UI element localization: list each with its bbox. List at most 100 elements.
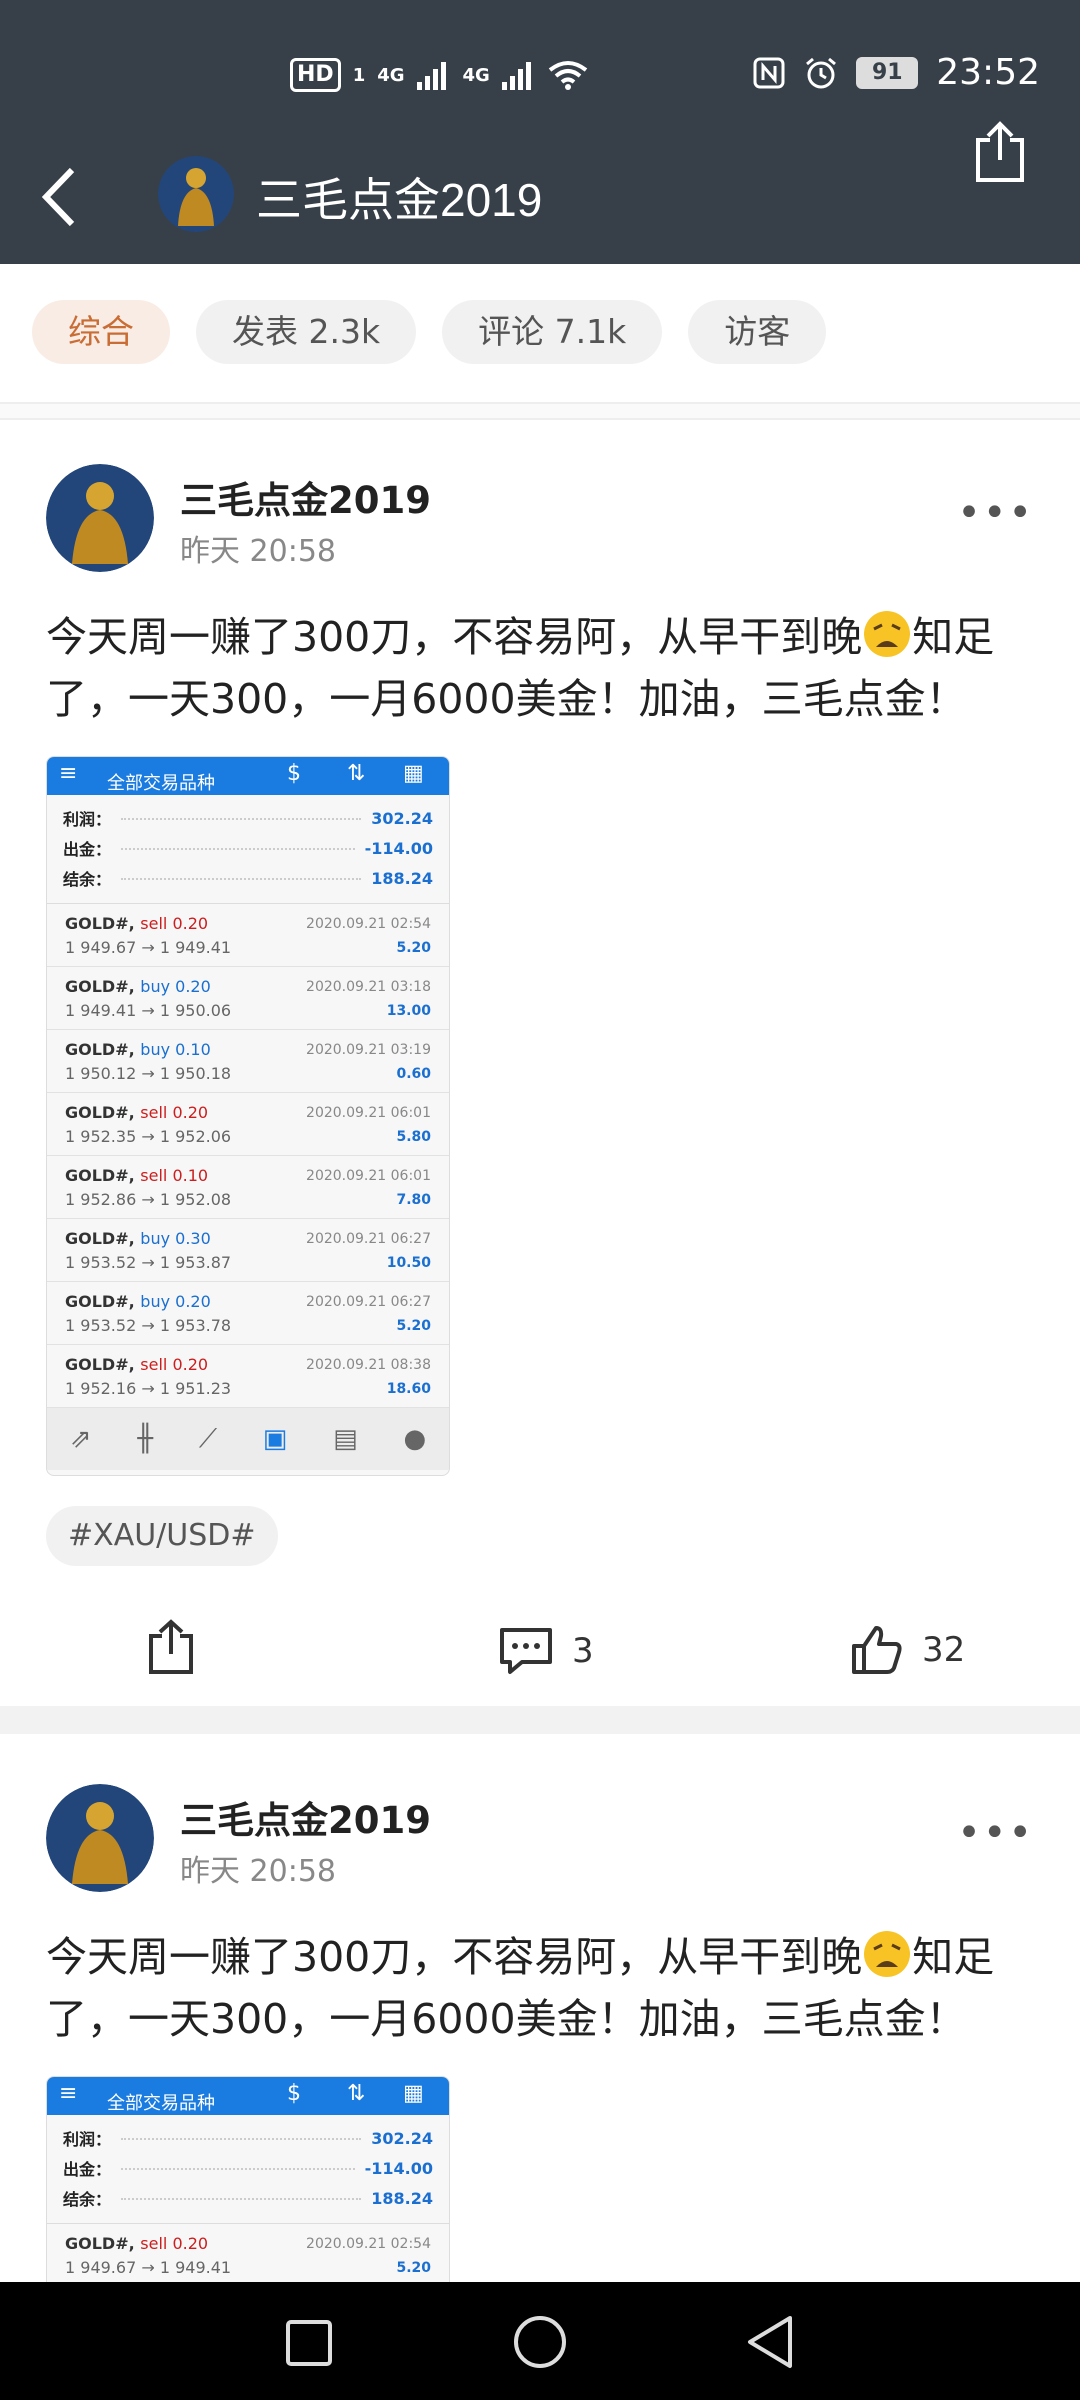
like-button[interactable]: 32 xyxy=(850,1624,965,1676)
tab-comments[interactable]: 评论 7.1k xyxy=(442,300,663,364)
trade-side: buy 0.20 xyxy=(140,977,211,996)
status-left: HD 1 4G 4G xyxy=(290,58,588,92)
trade-price: 1 952.16 → 1 951.23 xyxy=(65,1379,232,1398)
trade-side: buy 0.30 xyxy=(140,1229,211,1248)
news-icon: ▤ xyxy=(333,1424,358,1454)
trade-price: 1 952.86 → 1 952.08 xyxy=(65,1190,232,1209)
currency-icon: $ xyxy=(287,761,301,786)
post-actions: 3 32 xyxy=(0,1602,1080,1702)
network-4g-2: 4G xyxy=(462,64,490,86)
filter-tabs: 综合 发表 2.3k 评论 7.1k 访客 xyxy=(32,300,827,364)
trade-profit: 5.20 xyxy=(396,1318,431,1334)
nav-bar: 三毛点金2019 xyxy=(0,150,1080,240)
nfc-icon xyxy=(753,57,785,88)
avatar[interactable] xyxy=(46,1784,154,1892)
post-text[interactable]: 今天周一赚了300刀，不容易阿，从早干到晚 知足了，一天300，一月6000美金！… xyxy=(46,606,1046,730)
trade-price: 1 953.52 → 1 953.78 xyxy=(65,1316,232,1335)
trade-row: GOLD#, sell 0.20 1 949.67 → 1 949.41 2020.… xyxy=(47,2224,449,2282)
calendar-icon: ▦ xyxy=(403,761,424,786)
more-options-button[interactable]: ••• xyxy=(957,490,1034,536)
trade-profit: 13.00 xyxy=(386,1003,431,1019)
hd-badge: HD xyxy=(290,58,341,92)
trade-profit: 18.60 xyxy=(386,1381,431,1397)
chat-icon: ● xyxy=(403,1424,427,1454)
comment-button[interactable]: 3 xyxy=(498,1626,594,1676)
trade-list: GOLD#, sell 0.20 1 949.67 → 1 949.41 2020.… xyxy=(47,2223,449,2282)
summary-row: 出金： -114.00 xyxy=(47,2153,449,2183)
recent-apps-button[interactable] xyxy=(284,2318,334,2372)
tab-visitors[interactable]: 访客 xyxy=(688,300,827,364)
trade-profit: 0.60 xyxy=(396,1066,431,1082)
author-name[interactable]: 三毛点金2019 xyxy=(180,470,431,524)
trade-symbol: GOLD#, xyxy=(65,914,135,933)
trade-side: buy 0.20 xyxy=(140,1292,211,1311)
tab-overview[interactable]: 综合 xyxy=(32,300,170,364)
post-text[interactable]: 今天周一赚了300刀，不容易阿，从早干到晚 知足了，一天300，一月6000美金！… xyxy=(46,1926,1046,2050)
currency-icon: $ xyxy=(287,2081,301,2106)
trade-side: sell 0.10 xyxy=(140,1166,209,1185)
chart-icon: ⟋ xyxy=(198,1423,218,1454)
trade-date: 2020.09.21 02:54 xyxy=(306,916,431,932)
summary-value: -114.00 xyxy=(364,2158,433,2178)
back-nav-button[interactable] xyxy=(744,2314,796,2374)
menu-icon: ≡ xyxy=(59,761,78,786)
like-count: 32 xyxy=(922,1630,966,1670)
trade-side: sell 0.20 xyxy=(140,2234,209,2253)
trade-price: 1 949.41 → 1 950.06 xyxy=(65,1001,232,1020)
attached-image[interactable]: ≡ 全部交易品种 $ ⇅ ▦ 利润： 302.24 出金： -114.00 结余： 1… xyxy=(46,2076,450,2282)
comment-count: 3 xyxy=(572,1631,594,1671)
sim-indicator: 1 xyxy=(352,64,366,86)
summary-row: 出金： -114.00 xyxy=(47,833,449,863)
trade-date: 2020.09.21 06:27 xyxy=(306,1231,431,1247)
trade-side: sell 0.20 xyxy=(140,914,209,933)
summary-label: 利润： xyxy=(63,810,112,829)
trade-price: 1 949.67 → 1 949.41 xyxy=(65,938,232,957)
summary-label: 利润： xyxy=(63,2130,112,2149)
summary-value: 302.24 xyxy=(371,808,433,828)
trade-tool-icon: ⇗ xyxy=(69,1424,92,1454)
share-post-button[interactable] xyxy=(146,1618,196,1676)
avatar[interactable] xyxy=(46,464,154,572)
network-4g-1: 4G xyxy=(377,64,405,86)
trade-date: 2020.09.21 08:38 xyxy=(306,1357,431,1373)
back-triangle-icon xyxy=(748,2316,792,2368)
tab-posts[interactable]: 发表 2.3k xyxy=(196,300,417,364)
signal-icon xyxy=(416,62,446,90)
trade-price: 1 950.12 → 1 950.18 xyxy=(65,1064,232,1083)
summary-row: 利润： 302.24 xyxy=(47,2123,449,2153)
trade-profit: 5.80 xyxy=(396,1129,431,1145)
trade-list: GOLD#, sell 0.20 1 949.67 → 1 949.41 2020.… xyxy=(47,903,449,1408)
trade-row: GOLD#, buy 0.10 1 950.12 → 1 950.18 2020.0… xyxy=(47,1030,449,1093)
trade-symbol: GOLD#, xyxy=(65,1355,135,1374)
post-time: 昨天 20:58 xyxy=(180,534,336,569)
post-card: 三毛点金2019 昨天 20:58 ••• 今天周一赚了300刀，不容易阿，从早… xyxy=(0,460,1080,1700)
trade-symbol: GOLD#, xyxy=(65,2234,135,2253)
trade-side: sell 0.20 xyxy=(140,1355,209,1374)
trade-profit: 5.20 xyxy=(396,2260,431,2276)
trade-profit: 7.80 xyxy=(396,1192,431,1208)
post-divider xyxy=(0,1706,1080,1734)
post-time: 昨天 20:58 xyxy=(180,1854,336,1889)
home-button[interactable] xyxy=(512,2314,568,2374)
avatar[interactable] xyxy=(158,156,234,232)
trade-profit: 5.20 xyxy=(396,940,431,956)
weary-face-icon xyxy=(864,611,911,657)
author-name[interactable]: 三毛点金2019 xyxy=(180,1790,431,1844)
trade-row: GOLD#, sell 0.20 1 952.16 → 1 951.23 2020.… xyxy=(47,1345,449,1408)
attached-image[interactable]: ≡ 全部交易品种 $ ⇅ ▦ 利润： 302.24 出金： -114.00 结余： 1… xyxy=(46,756,450,1476)
back-button[interactable] xyxy=(36,162,96,232)
clock: 23:52 xyxy=(936,52,1040,93)
image-header: ≡ 全部交易品种 $ ⇅ ▦ xyxy=(47,757,449,795)
trade-date: 2020.09.21 06:01 xyxy=(306,1168,431,1184)
more-icon: ••• xyxy=(957,490,1034,536)
trade-row: GOLD#, sell 0.20 1 949.67 → 1 949.41 2020.… xyxy=(47,904,449,967)
trade-symbol: GOLD#, xyxy=(65,977,135,996)
summary-value: 188.24 xyxy=(371,2188,433,2208)
trade-date: 2020.09.21 03:18 xyxy=(306,979,431,995)
trade-side: sell 0.20 xyxy=(140,1103,209,1122)
trade-row: GOLD#, buy 0.20 1 953.52 → 1 953.78 2020.0… xyxy=(47,1282,449,1345)
topic-tag[interactable]: #XAU/USD# xyxy=(46,1506,278,1566)
more-options-button[interactable]: ••• xyxy=(957,1810,1034,1856)
trade-symbol: GOLD#, xyxy=(65,1229,135,1248)
battery-indicator: 91 xyxy=(856,56,919,89)
